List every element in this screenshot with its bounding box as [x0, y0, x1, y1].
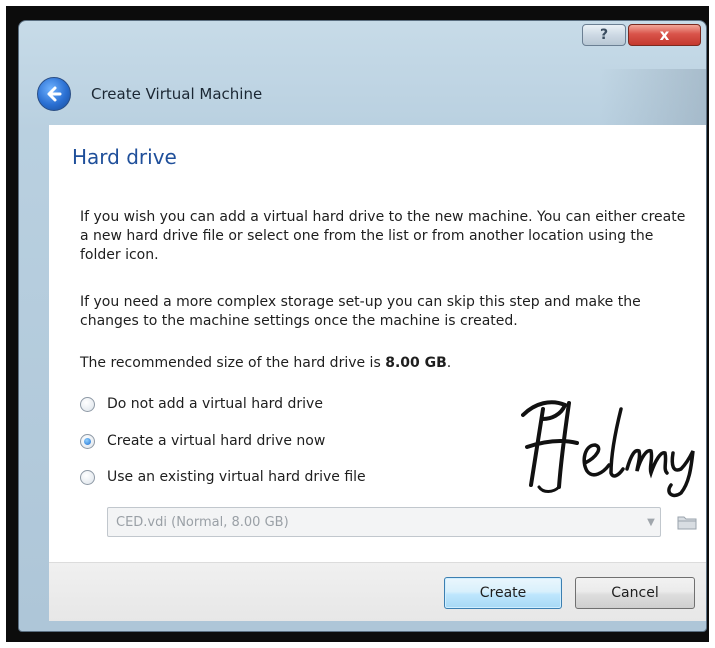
cancel-button[interactable]: Cancel [575, 577, 695, 609]
folder-browse-button[interactable] [675, 510, 699, 534]
create-button[interactable]: Create [444, 577, 562, 609]
radio-no-hard-drive[interactable]: Do not add a virtual hard drive [80, 396, 323, 412]
dialog-window: ? x Create Virtual Machine Hard drive If… [18, 20, 707, 632]
recommended-size-text: The recommended size of the hard drive i… [80, 354, 690, 373]
existing-file-select[interactable]: CED.vdi (Normal, 8.00 GB) ▼ [107, 507, 661, 537]
page-title: Hard drive [72, 145, 177, 169]
recommended-size-prefix: The recommended size of the hard drive i… [80, 355, 386, 371]
wizard-page: Hard drive If you wish you can add a vir… [49, 125, 706, 562]
radio-label: Create a virtual hard drive now [107, 433, 326, 449]
description-paragraph: If you wish you can add a virtual hard d… [80, 209, 686, 263]
close-button[interactable]: x [628, 24, 701, 46]
existing-file-value: CED.vdi (Normal, 8.00 GB) [116, 514, 289, 530]
recommended-size-value: 8.00 GB [385, 355, 447, 371]
back-button[interactable] [37, 77, 71, 111]
background-window-glimpse [599, 69, 706, 129]
folder-icon [677, 516, 697, 530]
radio-button[interactable] [80, 469, 95, 485]
radio-create-hard-drive[interactable]: Create a virtual hard drive now [80, 433, 325, 449]
radio-button[interactable] [80, 396, 95, 412]
help-button[interactable]: ? [582, 24, 626, 46]
wizard-title: Create Virtual Machine [91, 85, 263, 103]
back-arrow-icon [47, 86, 62, 102]
radio-label: Use an existing virtual hard drive file [107, 469, 366, 485]
radio-existing-hard-drive[interactable]: Use an existing virtual hard drive file [80, 469, 366, 485]
radio-label: Do not add a virtual hard drive [107, 396, 323, 412]
storage-note-paragraph: If you need a more complex storage set-u… [80, 294, 641, 329]
chevron-down-icon: ▼ [647, 516, 655, 528]
recommended-size-suffix: . [446, 355, 452, 371]
signature-watermark [521, 400, 695, 498]
radio-button-selected[interactable] [80, 433, 95, 449]
button-bar: Create Cancel [49, 562, 706, 621]
